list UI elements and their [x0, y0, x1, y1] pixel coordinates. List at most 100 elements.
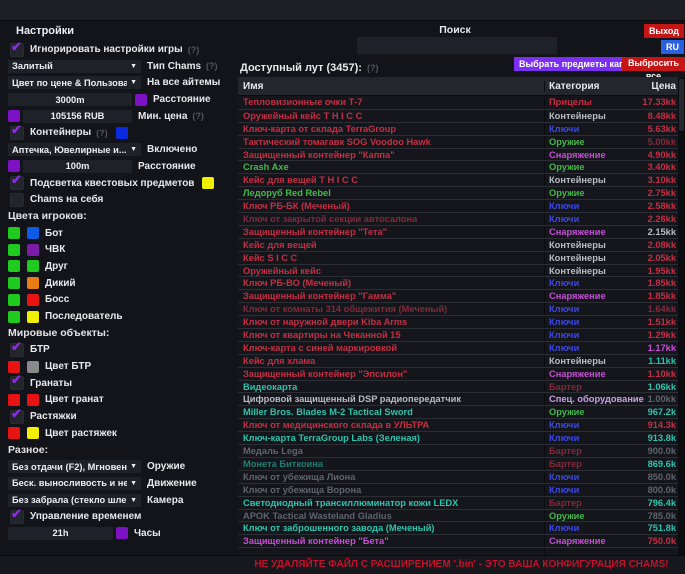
table-row[interactable]: Цифровой защищенный DSP радиопередатчикС…: [238, 392, 678, 405]
items-distance-input-swatch[interactable]: [135, 94, 147, 106]
color-friend-swatch[interactable]: [27, 260, 39, 272]
table-row[interactable]: Ключ от закрытой секции автосалонаКлючи2…: [238, 212, 678, 225]
items-distance-input[interactable]: 3000m: [8, 93, 132, 106]
table-row[interactable]: Медаль LegaБартер900.0k: [238, 444, 678, 457]
checkbox[interactable]: ✔: [10, 43, 24, 57]
check-icon: ✔: [11, 172, 22, 188]
table-row[interactable]: Ледоруб Red RebelОружие2.75kk: [238, 186, 678, 199]
table-row[interactable]: Защищенный контейнер "Каппа"Снаряжение4.…: [238, 148, 678, 161]
color-bot-visible-swatch[interactable]: [8, 227, 20, 239]
containers-filter-dropdown[interactable]: Аптечка, Ювелирные и...▼: [8, 143, 141, 156]
table-row[interactable]: Защищенный контейнер "Гамма"Снаряжение1.…: [238, 289, 678, 302]
table-row[interactable]: Тактический томагавк SOG Voodoo HawkОруж…: [238, 135, 678, 148]
btr-color-swatch[interactable]: [27, 361, 39, 373]
quest-items-checkbox-swatch[interactable]: [202, 177, 214, 189]
item-price: 796.4k: [625, 497, 678, 509]
table-row[interactable]: Ключ от медицинского склада в УЛЬТРАКлюч…: [238, 418, 678, 431]
checkbox[interactable]: ✔: [10, 126, 24, 140]
table-row[interactable]: Ключ от квартиры на Чеканной 15Ключи1.29…: [238, 328, 678, 341]
loot-table: Имя Категория Цена Тепловизионные очки Т…: [238, 77, 678, 556]
checkbox[interactable]: ✔: [10, 343, 24, 357]
item-price: 2.15kk: [625, 226, 678, 238]
movement-dropdown[interactable]: Беск. выносливость и нет уста▼: [8, 477, 141, 490]
checkbox[interactable]: [10, 193, 24, 207]
color-scav-swatch[interactable]: [27, 277, 39, 289]
table-row[interactable]: Ключ-карта от склада TerraGroupКлючи5.63…: [238, 122, 678, 135]
grenade-color-visible-swatch[interactable]: [8, 394, 20, 406]
table-row[interactable]: Кейс для хламаКонтейнеры1.11kk: [238, 354, 678, 367]
column-header-category[interactable]: Категория: [544, 81, 625, 92]
item-price: 2.75kk: [625, 187, 678, 199]
table-row[interactable]: Ключ от заброшенного завода (Меченый)Клю…: [238, 521, 678, 534]
item-price: 3.40kk: [625, 161, 678, 173]
column-header-name[interactable]: Имя: [238, 81, 544, 92]
table-row[interactable]: Miller Bros. Blades M-2 Tactical SwordОр…: [238, 405, 678, 418]
table-row[interactable]: Монета БиткоинаБартер869.6k: [238, 457, 678, 470]
drop-all-button[interactable]: Выбросить все: [622, 57, 685, 71]
table-row[interactable]: Защищенный контейнер "Эпсилон"Снаряжение…: [238, 367, 678, 380]
table-row[interactable]: Ключ-карта с синей маркировкойКлючи1.17k…: [238, 341, 678, 354]
chams-type-dropdown[interactable]: Залитый▼: [8, 60, 141, 73]
table-row[interactable]: Ключ от убежища ВоронаКлючи800.0k: [238, 483, 678, 496]
color-bot-swatch[interactable]: [27, 227, 39, 239]
all-items-dropdown[interactable]: Цвет по цене & Пользователь▼: [8, 76, 141, 89]
table-row[interactable]: Оружейный кейс T H I C CКонтейнеры8.48kk: [238, 109, 678, 122]
color-scav-visible-swatch[interactable]: [8, 277, 20, 289]
color-pmc-visible-swatch[interactable]: [8, 244, 20, 256]
table-row[interactable]: Тепловизионные очки Т-7Прицелы17.33kk: [238, 96, 678, 109]
table-row[interactable]: Ключ РБ-БК (Меченый)Ключи2.58kk: [238, 199, 678, 212]
table-row[interactable]: Ключ РБ-ВО (Меченый)Ключи1.85kk: [238, 276, 678, 289]
time-control-checkbox: ✔Управление временем: [8, 510, 234, 523]
min-price-input-swatch[interactable]: [8, 110, 20, 122]
table-row[interactable]: Защищенный контейнер "Тета"Снаряжение2.1…: [238, 225, 678, 238]
camera-dropdown[interactable]: Без забрала (стекло шлема)▼: [8, 494, 141, 507]
table-row[interactable]: Ключ от комнаты 314 общежития (Меченый)К…: [238, 302, 678, 315]
hours-input[interactable]: 21h: [8, 527, 113, 540]
exit-button[interactable]: Выход: [644, 24, 684, 38]
item-category: Контейнеры: [544, 239, 625, 251]
tripwire-color-visible-swatch[interactable]: [8, 427, 20, 439]
checkbox[interactable]: ✔: [10, 176, 24, 190]
color-friend-visible-swatch[interactable]: [8, 260, 20, 272]
table-row[interactable]: Кейс для вещей T H I C CКонтейнеры3.10kk: [238, 173, 678, 186]
containers-checkbox-swatch[interactable]: [116, 127, 128, 139]
table-row[interactable]: APOK Tactical Wasteland GladiusОружие785…: [238, 509, 678, 522]
color-follower-swatch[interactable]: [27, 311, 39, 323]
table-row[interactable]: Ключ от наружной двери Kiba ArmsКлючи1.5…: [238, 315, 678, 328]
item-price: 1.06kk: [625, 381, 678, 393]
containers-distance-input[interactable]: 100m: [23, 160, 132, 173]
table-row[interactable]: Crash AxeОружие3.40kk: [238, 160, 678, 173]
weapon-dropdown[interactable]: Без отдачи (F2), Мгновенное п▼: [8, 460, 141, 473]
language-button[interactable]: RU: [661, 40, 684, 54]
color-boss-visible-swatch[interactable]: [8, 294, 20, 306]
table-row[interactable]: Защищенный контейнер "Бета"Снаряжение750…: [238, 534, 678, 547]
btr-color-visible-swatch[interactable]: [8, 361, 20, 373]
containers-distance-input-swatch[interactable]: [8, 160, 20, 172]
table-row[interactable]: Кейс S I C CКонтейнеры2.05kk: [238, 251, 678, 264]
table-row[interactable]: ВидеокартаБартер1.06kk: [238, 380, 678, 393]
table-row[interactable]: Ключ-карта TerraGroup Labs (Зеленая)Ключ…: [238, 431, 678, 444]
table-row[interactable]: Оружейный кейсКонтейнеры1.95kk: [238, 264, 678, 277]
checkbox[interactable]: ✔: [10, 376, 24, 390]
checkbox[interactable]: ✔: [10, 410, 24, 424]
hours-input-swatch[interactable]: [116, 527, 128, 539]
checkbox[interactable]: ✔: [10, 510, 24, 524]
grenade-color-swatch[interactable]: [27, 394, 39, 406]
search-input[interactable]: [357, 37, 557, 54]
item-name: Светодиодный трансиллюминатор кожи LEDX: [238, 497, 544, 509]
color-pmc-swatch[interactable]: [27, 244, 39, 256]
item-name: Ключ от комнаты 314 общежития (Меченый): [238, 303, 544, 315]
column-header-price[interactable]: Цена: [625, 81, 678, 92]
table-row[interactable]: Кейс для вещейКонтейнеры2.08kk: [238, 238, 678, 251]
color-follower-visible-swatch[interactable]: [8, 311, 20, 323]
color-boss-swatch[interactable]: [27, 294, 39, 306]
table-row[interactable]: Светодиодный трансиллюминатор кожи LEDXБ…: [238, 496, 678, 509]
table-row[interactable]: Ключ от убежища ЛионаКлючи850.0k: [238, 470, 678, 483]
tripwire-color-swatch[interactable]: [27, 427, 39, 439]
min-price-input[interactable]: 105156 RUB: [23, 110, 132, 123]
item-category: Ключи: [544, 522, 625, 534]
select-kappa-button[interactable]: Выбрать предметы каппа: [514, 57, 640, 71]
tripwires-checkbox: ✔Растяжки: [8, 410, 234, 423]
table-scrollbar[interactable]: [678, 77, 685, 556]
scrollbar-thumb[interactable]: [679, 79, 684, 131]
